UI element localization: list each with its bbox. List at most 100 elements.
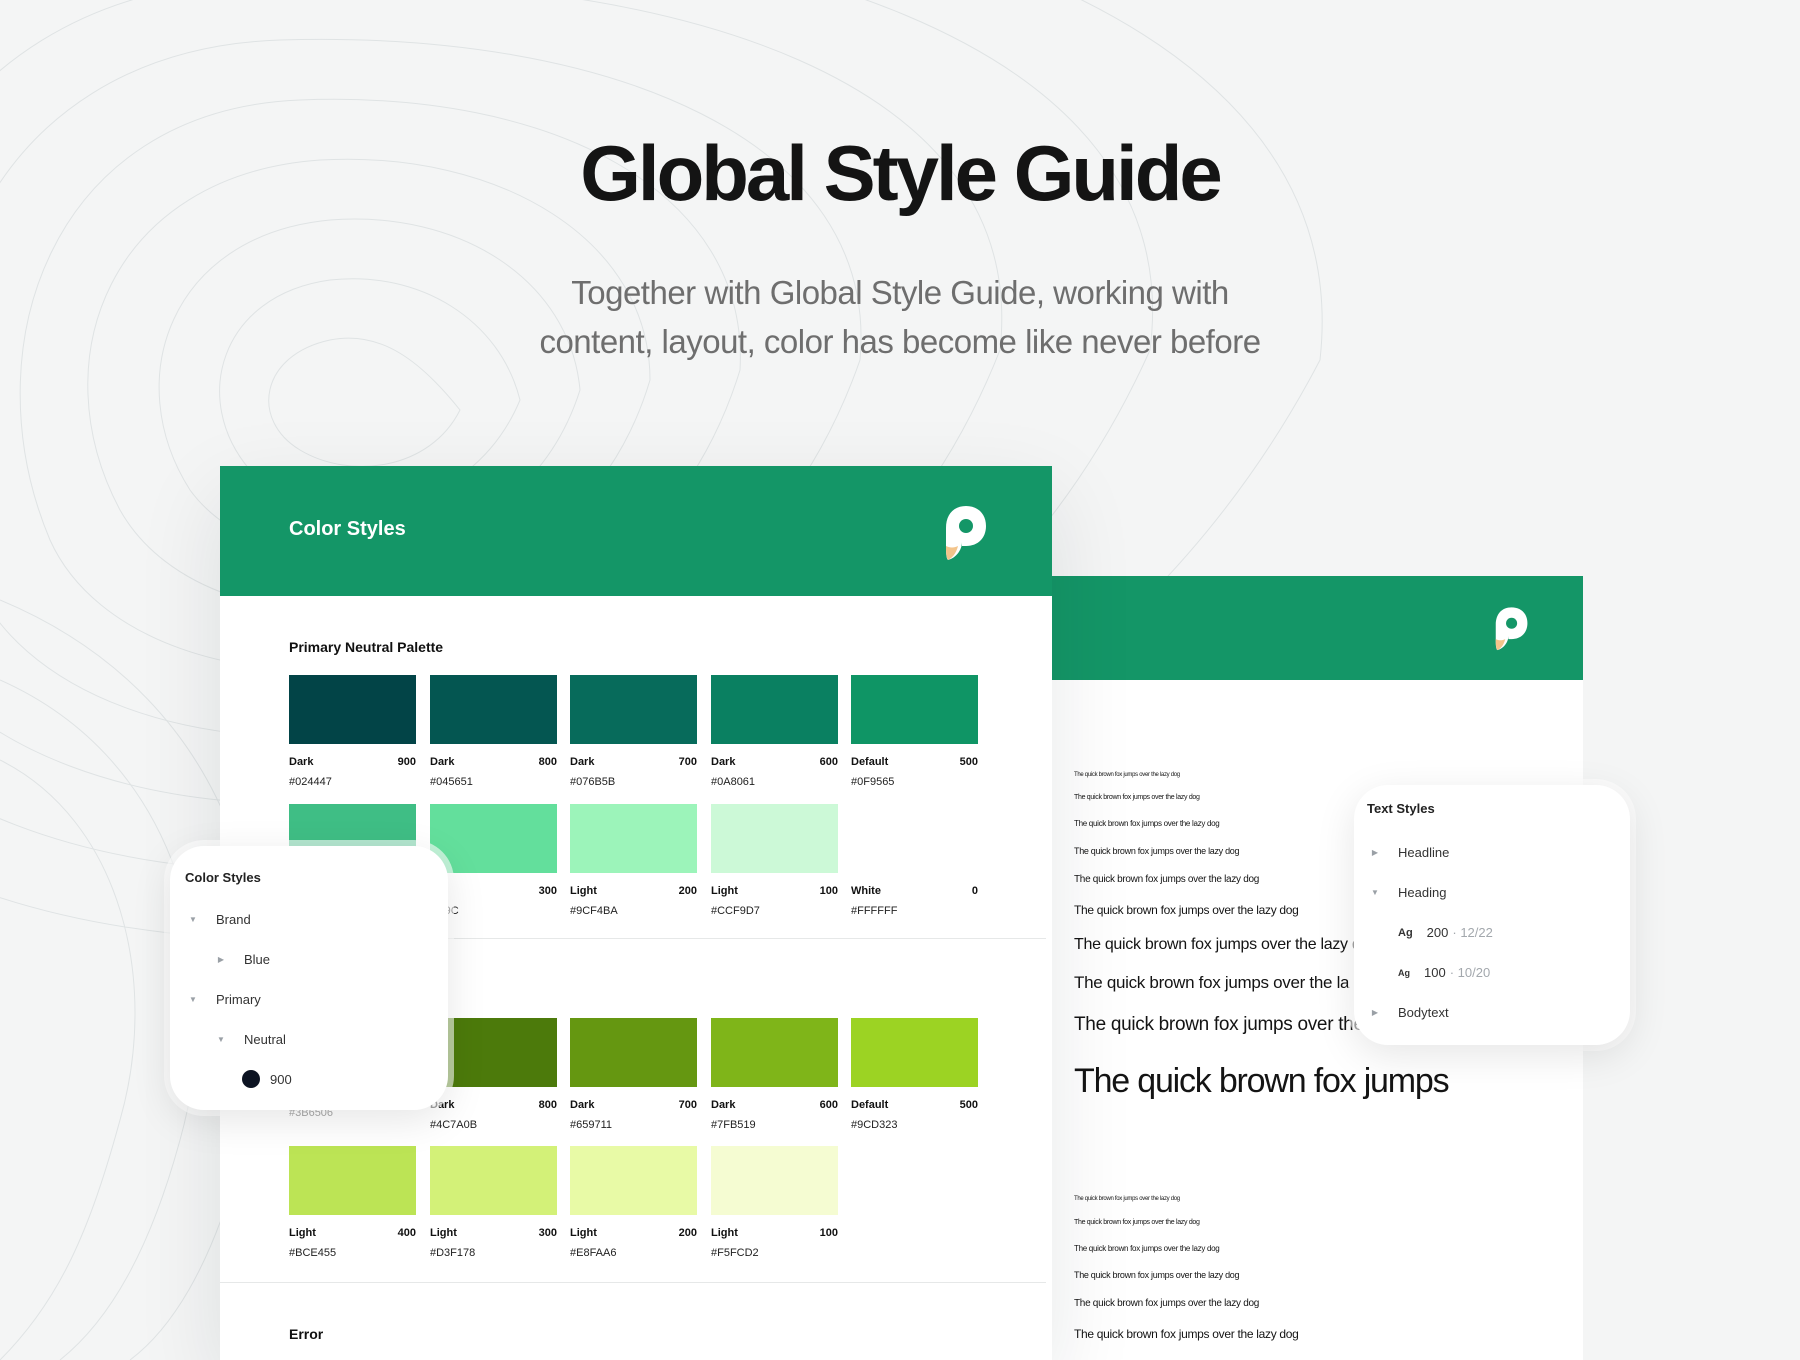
color-dot-icon bbox=[242, 1070, 260, 1088]
swatch-hex: #024447 bbox=[289, 776, 332, 788]
swatch[interactable]: Dark 600 #0A8061 bbox=[711, 675, 838, 788]
type-sample-3: The quick brown fox jumps over the lazy … bbox=[1074, 819, 1220, 828]
caret-down-icon: ▼ bbox=[1371, 888, 1379, 897]
text-style-preview: Ag bbox=[1398, 967, 1410, 978]
swatch-weight: 400 bbox=[397, 1227, 416, 1239]
type-sample-1: The quick brown fox jumps over the lazy … bbox=[1074, 772, 1180, 778]
swatch-hex: #045651 bbox=[430, 776, 473, 788]
text-style-weight: 100 bbox=[1424, 965, 1446, 980]
tree-item-label: 900 bbox=[270, 1071, 292, 1087]
caret-down-icon: ▼ bbox=[217, 1035, 225, 1044]
swatch-name: Dark bbox=[570, 756, 595, 768]
swatch[interactable]: Light 300 #D3F178 bbox=[430, 1146, 557, 1259]
swatch-hex: #F5FCD2 bbox=[711, 1247, 759, 1259]
swatch[interactable]: Default 500 #0F9565 bbox=[851, 675, 978, 788]
text-panel-title: Text Styles bbox=[1367, 801, 1435, 816]
swatch[interactable]: Dark 600 #7FB519 bbox=[711, 1018, 838, 1131]
swatch-chip bbox=[851, 804, 978, 873]
swatch[interactable]: Dark 700 #076B5B bbox=[570, 675, 697, 788]
typography-card-header bbox=[1052, 576, 1583, 680]
swatch[interactable]: t300 DF9C bbox=[430, 804, 557, 917]
swatch-chip bbox=[711, 675, 838, 744]
swatch[interactable]: Default 500 #9CD323 bbox=[851, 1018, 978, 1131]
brand-logo-icon bbox=[1495, 607, 1528, 651]
swatch-name: Light bbox=[711, 885, 738, 897]
type-sample-13: The quick brown fox jumps over the lazy … bbox=[1074, 1244, 1220, 1253]
swatch[interactable]: Dark 800 #045651 bbox=[430, 675, 557, 788]
type-sample-11: The quick brown fox jumps over the lazy … bbox=[1074, 1196, 1180, 1202]
tree-item-label: Neutral bbox=[244, 1032, 286, 1047]
swatch-chip bbox=[570, 1018, 697, 1087]
tree-item-blue[interactable]: ▶ Blue bbox=[216, 952, 270, 967]
swatch[interactable]: Light 400 #BCE455 bbox=[289, 1146, 416, 1259]
text-style-200[interactable]: Ag 200 · 12/22 bbox=[1398, 925, 1493, 940]
swatch-name: White bbox=[851, 885, 881, 897]
caret-right-icon: ▶ bbox=[217, 955, 225, 964]
swatch-weight: 100 bbox=[819, 885, 838, 897]
swatch-weight: 200 bbox=[678, 1227, 697, 1239]
swatch[interactable]: Dark 700 #659711 bbox=[570, 1018, 697, 1131]
swatch-hex: #D3F178 bbox=[430, 1247, 476, 1259]
card-title: Color Styles bbox=[289, 518, 406, 540]
tree-item-heading[interactable]: ▼ Heading bbox=[1370, 885, 1446, 900]
swatch[interactable]: Light 200 #9CF4BA bbox=[570, 804, 697, 917]
tree-item-label: Heading bbox=[1398, 885, 1447, 900]
swatch-name: Default bbox=[851, 756, 889, 768]
text-style-100[interactable]: Ag 100 · 10/20 bbox=[1398, 965, 1490, 980]
text-style-meta: · 12/22 bbox=[1452, 925, 1493, 940]
hero-subtitle-line-1: Together with Global Style Guide, workin… bbox=[571, 274, 1229, 311]
swatch-hex: DF9C bbox=[430, 905, 557, 917]
tree-item-label: Blue bbox=[244, 952, 271, 967]
swatch[interactable]: Dark 900 #024447 bbox=[289, 675, 416, 788]
swatch-chip bbox=[289, 675, 416, 744]
swatch-chip bbox=[851, 675, 978, 744]
type-sample-2: The quick brown fox jumps over the lazy … bbox=[1074, 794, 1200, 801]
swatch-chip bbox=[289, 1146, 416, 1215]
swatch[interactable]: Light 100 #CCF9D7 bbox=[711, 804, 838, 917]
color-styles-panel: Color Styles ▼ Brand ▶ Blue ▼ Primary ▼ … bbox=[170, 846, 448, 1110]
color-panel-title: Color Styles bbox=[185, 870, 261, 885]
swatch-chip bbox=[430, 1146, 557, 1215]
section-divider bbox=[220, 1282, 1046, 1283]
hero-title: Global Style Guide bbox=[580, 129, 1222, 217]
swatch-chip bbox=[711, 804, 838, 873]
section-label-error: Error bbox=[289, 1326, 324, 1342]
swatch-weight: 500 bbox=[959, 756, 978, 768]
swatch-chip bbox=[711, 1146, 838, 1215]
text-style-preview: Ag bbox=[1398, 926, 1413, 939]
swatch[interactable]: Dark 800 #4C7A0B bbox=[430, 1018, 557, 1131]
swatch[interactable]: Light 100 #F5FCD2 bbox=[711, 1146, 838, 1259]
caret-down-icon: ▼ bbox=[189, 995, 197, 1004]
swatch-weight: 200 bbox=[678, 885, 697, 897]
swatch-name: Dark bbox=[711, 1099, 736, 1111]
type-sample-8: The quick brown fox jumps over the la bbox=[1074, 973, 1350, 992]
color-styles-header: Color Styles bbox=[220, 466, 1052, 596]
type-sample-12: The quick brown fox jumps over the lazy … bbox=[1074, 1219, 1200, 1226]
text-styles-panel: Text Styles ▶ Headline ▼ Heading Ag 200 … bbox=[1354, 785, 1630, 1045]
swatch-weight: 800 bbox=[538, 756, 557, 768]
type-sample-16: The quick brown fox jumps over the lazy … bbox=[1074, 1327, 1299, 1341]
tree-item-bodytext[interactable]: ▶ Bodytext bbox=[1370, 1005, 1449, 1020]
swatch-chip bbox=[570, 675, 697, 744]
swatch-weight: 900 bbox=[397, 756, 416, 768]
tree-item-label: Primary bbox=[216, 992, 261, 1007]
tree-item-label: Brand bbox=[216, 912, 251, 927]
type-sample-4: The quick brown fox jumps over the lazy … bbox=[1074, 846, 1240, 856]
tree-item-label: Bodytext bbox=[1398, 1005, 1449, 1020]
text-style-weight: 200 bbox=[1426, 925, 1449, 940]
swatch[interactable]: Light 200 #E8FAA6 bbox=[570, 1146, 697, 1259]
type-sample-10: The quick brown fox jumps bbox=[1074, 1062, 1450, 1100]
tree-item-primary[interactable]: ▼ Primary bbox=[188, 992, 261, 1007]
tree-item-neutral[interactable]: ▼ Neutral bbox=[216, 1032, 286, 1047]
caret-down-icon: ▼ bbox=[189, 915, 197, 924]
tree-item-headline[interactable]: ▶ Headline bbox=[1370, 845, 1449, 860]
tree-item-900[interactable]: 900 bbox=[242, 1070, 292, 1088]
type-sample-9: The quick brown fox jumps over the bbox=[1074, 1014, 1364, 1035]
swatch-name: Light bbox=[570, 1227, 597, 1239]
swatch-hex: #7FB519 bbox=[711, 1119, 756, 1131]
swatch[interactable]: White 0 #FFFFFF bbox=[851, 804, 978, 917]
tree-item-brand[interactable]: ▼ Brand bbox=[188, 912, 251, 927]
tree-item-label: Headline bbox=[1398, 845, 1450, 860]
swatch-name: Dark bbox=[711, 756, 736, 768]
swatch-chip bbox=[430, 675, 557, 744]
